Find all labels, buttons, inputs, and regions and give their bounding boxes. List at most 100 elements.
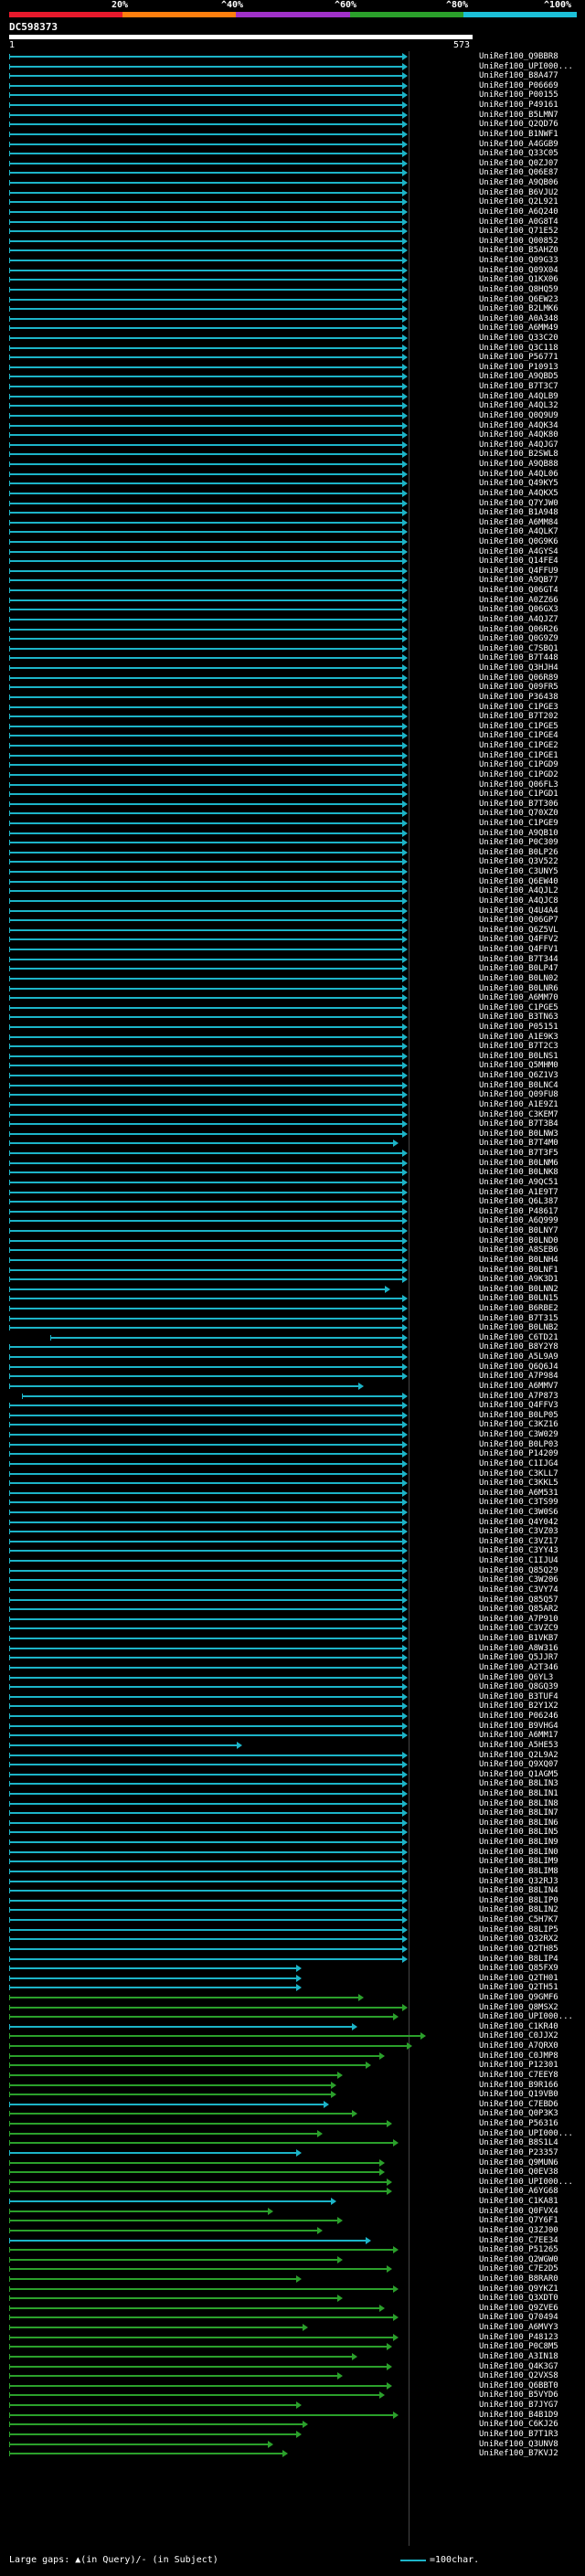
hit-label-link[interactable]: UniRef100_Q70494 [479,2313,558,2323]
hit-label-link[interactable]: UniRef100_A7P873 [479,1392,558,1402]
hit-label-link[interactable]: UniRef100_C1PGE2 [479,741,558,751]
hit-row[interactable]: UniRef100_Q9MUN6 [0,2158,585,2168]
hit-alignment-bar[interactable] [9,531,403,534]
hit-alignment-bar[interactable] [9,1850,403,1853]
hit-label-link[interactable]: UniRef100_Q9ZVE6 [479,2304,558,2314]
hit-alignment-bar[interactable] [9,1201,403,1203]
hit-label-link[interactable]: UniRef100_A9QB88 [479,460,558,470]
hit-row[interactable]: UniRef100_Q06E87 [0,168,585,178]
hit-alignment-bar[interactable] [9,541,403,543]
hit-label-link[interactable]: UniRef100_Q3XDT0 [479,2294,558,2304]
hit-alignment-bar[interactable] [9,716,403,718]
hit-label-link[interactable]: UniRef100_Q85Q29 [479,1566,558,1576]
hit-label-link[interactable]: UniRef100_B8LIP0 [479,1896,558,1906]
hit-label-link[interactable]: UniRef100_Q4FFU9 [479,567,558,577]
hit-row[interactable]: UniRef100_B0LP47 [0,964,585,974]
hit-alignment-bar[interactable] [9,2016,395,2019]
hit-label-link[interactable]: UniRef100_B8LIN5 [479,1828,558,1838]
hit-label-link[interactable]: UniRef100_B8LIN1 [479,1789,558,1799]
hit-alignment-bar[interactable] [9,1288,387,1290]
hit-label-link[interactable]: UniRef100_C1PGD2 [479,770,558,780]
hit-row[interactable]: UniRef100_Q2VXS8 [0,2371,585,2381]
hit-label-link[interactable]: UniRef100_A6Q240 [479,207,558,217]
hit-label-link[interactable]: UniRef100_C3KLL7 [479,1469,558,1479]
hit-label-link[interactable]: UniRef100_Q4FFV1 [479,945,558,955]
hit-alignment-bar[interactable] [9,560,403,563]
hit-alignment-bar[interactable] [9,725,403,727]
hit-row[interactable]: UniRef100_A4QK34 [0,421,585,431]
hit-alignment-bar[interactable] [9,386,403,388]
hit-alignment-bar[interactable] [9,1317,403,1320]
hit-row[interactable]: UniRef100_Q09FU8 [0,1090,585,1100]
hit-label-link[interactable]: UniRef100_B0LNF1 [479,1266,558,1276]
hit-row[interactable]: UniRef100_A4QJL2 [0,886,585,896]
hit-row[interactable]: UniRef100_A7P910 [0,1615,585,1625]
hit-alignment-bar[interactable] [9,1764,403,1766]
hit-label-link[interactable]: UniRef100_C6KJ26 [479,2420,558,2430]
hit-label-link[interactable]: UniRef100_B8LIN0 [479,1848,558,1858]
hit-row[interactable]: UniRef100_A6MM84 [0,518,585,528]
hit-label-link[interactable]: UniRef100_A8W316 [479,1644,558,1654]
hit-label-link[interactable]: UniRef100_B7T1R3 [479,2430,558,2440]
hit-label-link[interactable]: UniRef100_Q0P3K3 [479,2109,558,2119]
hit-label-link[interactable]: UniRef100_B0LNH4 [479,1256,558,1266]
hit-row[interactable]: UniRef100_Q3ZJ00 [0,2226,585,2236]
hit-alignment-bar[interactable] [9,1405,403,1407]
hit-row[interactable]: UniRef100_Q85AR2 [0,1605,585,1615]
hit-row[interactable]: UniRef100_C1PGE5 [0,1003,585,1013]
hit-alignment-bar[interactable] [9,1724,403,1727]
hit-label-link[interactable]: UniRef100_A4QKX5 [479,489,558,499]
hit-alignment-bar[interactable] [9,1657,403,1659]
hit-alignment-bar[interactable] [9,1016,403,1019]
hit-row[interactable]: UniRef100_A4QL06 [0,470,585,480]
hit-row[interactable]: UniRef100_P00155 [0,90,585,101]
hit-label-link[interactable]: UniRef100_A6MM84 [479,518,558,528]
hit-label-link[interactable]: UniRef100_Q6L387 [479,1197,558,1207]
hit-alignment-bar[interactable] [9,1161,403,1164]
hit-alignment-bar[interactable] [9,2171,380,2174]
hit-row[interactable]: UniRef100_B5VYD6 [0,2390,585,2401]
hit-alignment-bar[interactable] [9,492,403,494]
hit-alignment-bar[interactable] [9,1258,403,1261]
hit-alignment-bar[interactable] [9,182,403,185]
hit-alignment-bar[interactable] [9,521,403,524]
hit-label-link[interactable]: UniRef100_A4QJL2 [479,886,558,896]
hit-row[interactable]: UniRef100_C3VZ17 [0,1537,585,1547]
hit-label-link[interactable]: UniRef100_Q7Y6F1 [479,2216,558,2226]
hit-alignment-bar[interactable] [9,424,403,427]
hit-alignment-bar[interactable] [9,1220,403,1223]
hit-label-link[interactable]: UniRef100_C1KR40 [479,2022,558,2032]
hit-row[interactable]: UniRef100_C6KJ26 [0,2420,585,2430]
hit-label-link[interactable]: UniRef100_P06246 [479,1712,558,1722]
hit-alignment-bar[interactable] [9,56,403,58]
hit-alignment-bar[interactable] [9,1676,403,1679]
hit-label-link[interactable]: UniRef100_B8LIN7 [479,1808,558,1818]
hit-row[interactable]: UniRef100_Q09FR5 [0,683,585,693]
hit-row[interactable]: UniRef100_A6Q240 [0,207,585,217]
hit-row[interactable]: UniRef100_B6VJU2 [0,188,585,198]
hit-row[interactable]: UniRef100_B8LIM9 [0,1857,585,1867]
hit-row[interactable]: UniRef100_Q85FX9 [0,1964,585,1974]
hit-alignment-bar[interactable] [9,1453,403,1456]
hit-label-link[interactable]: UniRef100_B8RAR0 [479,2274,558,2284]
hit-alignment-bar[interactable] [9,298,403,301]
hit-alignment-bar[interactable] [9,880,403,883]
hit-label-link[interactable]: UniRef100_C6TD21 [479,1333,558,1343]
hit-row[interactable]: UniRef100_P56771 [0,353,585,363]
hit-alignment-bar[interactable] [9,1482,403,1485]
hit-row[interactable]: UniRef100_Q3UNV8 [0,2440,585,2450]
hit-label-link[interactable]: UniRef100_Q9YKZ1 [479,2284,558,2295]
hit-alignment-bar[interactable] [9,1424,403,1426]
hit-row[interactable]: UniRef100_A1E9K3 [0,1033,585,1043]
hit-row[interactable]: UniRef100_B8A477 [0,71,585,81]
hit-alignment-bar[interactable] [9,1443,403,1446]
hit-label-link[interactable]: UniRef100_A4QL32 [479,401,558,411]
hit-row[interactable]: UniRef100_B0LNB2 [0,1323,585,1333]
hit-row[interactable]: UniRef100_P0C8M5 [0,2342,585,2352]
hit-row[interactable]: UniRef100_P48617 [0,1207,585,1217]
hit-alignment-bar[interactable] [9,2200,332,2203]
hit-alignment-bar[interactable] [9,1434,403,1436]
hit-label-link[interactable]: UniRef100_P06669 [479,81,558,91]
hit-alignment-bar[interactable] [9,1880,403,1882]
hit-label-link[interactable]: UniRef100_Q6Q6J4 [479,1362,558,1373]
